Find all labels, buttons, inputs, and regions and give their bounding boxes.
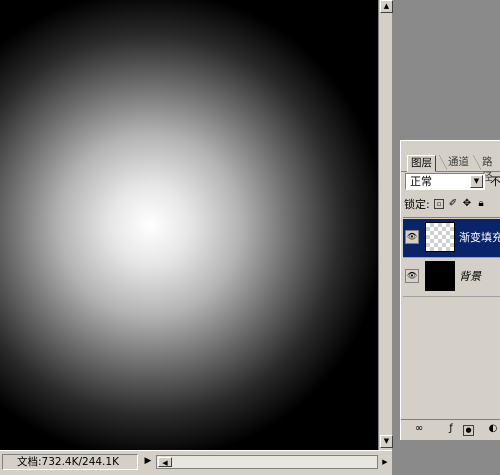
document-size-info: 文档:732.4K/244.1K <box>2 454 138 470</box>
lock-move-icon[interactable]: ✥ <box>462 198 472 209</box>
blend-mode-value: 正常 <box>410 175 432 188</box>
status-menu-arrow-icon[interactable]: ▶ <box>142 455 154 468</box>
horizontal-scrollbar[interactable]: ◀ <box>156 455 378 469</box>
layer-thumbnail <box>425 222 455 252</box>
layer-thumbnail <box>425 261 455 291</box>
layer-row-gradient[interactable]: 👁︎ 渐变填充 <box>403 219 500 258</box>
status-bar: 文档:732.4K/244.1K ▶ ◀ ▶ <box>0 450 392 475</box>
lock-row: 锁定: ▫ ✐ ✥ 🔒︎ <box>404 197 500 213</box>
scroll-left-arrow-icon[interactable]: ◀ <box>158 457 172 467</box>
layer-row-background[interactable]: 👁︎ 背景 <box>403 258 500 297</box>
layer-name: 渐变填充 <box>459 231 500 244</box>
panel-bottom-bar: ∞ ƒ ● ◐ <box>401 419 500 440</box>
chevron-down-icon[interactable]: ▼ <box>470 175 483 188</box>
scroll-down-arrow-icon[interactable]: ▼ <box>380 435 393 448</box>
lock-transparent-icon[interactable]: ▫ <box>434 199 444 209</box>
tab-layers[interactable]: 图层 <box>407 155 436 172</box>
document-canvas[interactable] <box>0 0 378 450</box>
blend-mode-select[interactable]: 正常 ▼ <box>405 173 485 190</box>
panel-title-bar[interactable] <box>401 141 500 151</box>
eye-icon[interactable]: 👁︎ <box>405 269 419 283</box>
link-icon[interactable]: ∞ <box>413 423 425 435</box>
tab-channels[interactable]: 通道 <box>445 155 472 170</box>
layer-style-icon[interactable]: ƒ <box>445 423 457 435</box>
eye-icon[interactable]: 👁︎ <box>405 230 419 244</box>
lock-paint-icon[interactable]: ✐ <box>448 198 458 209</box>
adjustment-icon[interactable]: ◐ <box>487 423 499 435</box>
lock-label: 锁定: <box>404 198 430 211</box>
layers-list: 👁︎ 渐变填充 👁︎ 背景 <box>403 217 500 418</box>
layer-name: 背景 <box>459 270 481 283</box>
vertical-scrollbar[interactable]: ▲ ▼ <box>378 0 393 450</box>
tab-paths[interactable]: 路径 <box>479 155 500 183</box>
scroll-up-arrow-icon[interactable]: ▲ <box>380 0 393 13</box>
mask-icon[interactable]: ● <box>463 425 474 436</box>
layers-panel: 图层 通道 路径 正常 ▼ 不 锁定: ▫ ✐ ✥ 🔒︎ 👁︎ 渐变填充 👁︎ … <box>400 140 500 440</box>
scroll-right-arrow-icon[interactable]: ▶ <box>380 455 390 469</box>
lock-all-icon[interactable]: 🔒︎ <box>476 198 486 209</box>
panel-tabs: 图层 通道 路径 <box>401 153 500 183</box>
opacity-label: 不 <box>490 175 500 188</box>
